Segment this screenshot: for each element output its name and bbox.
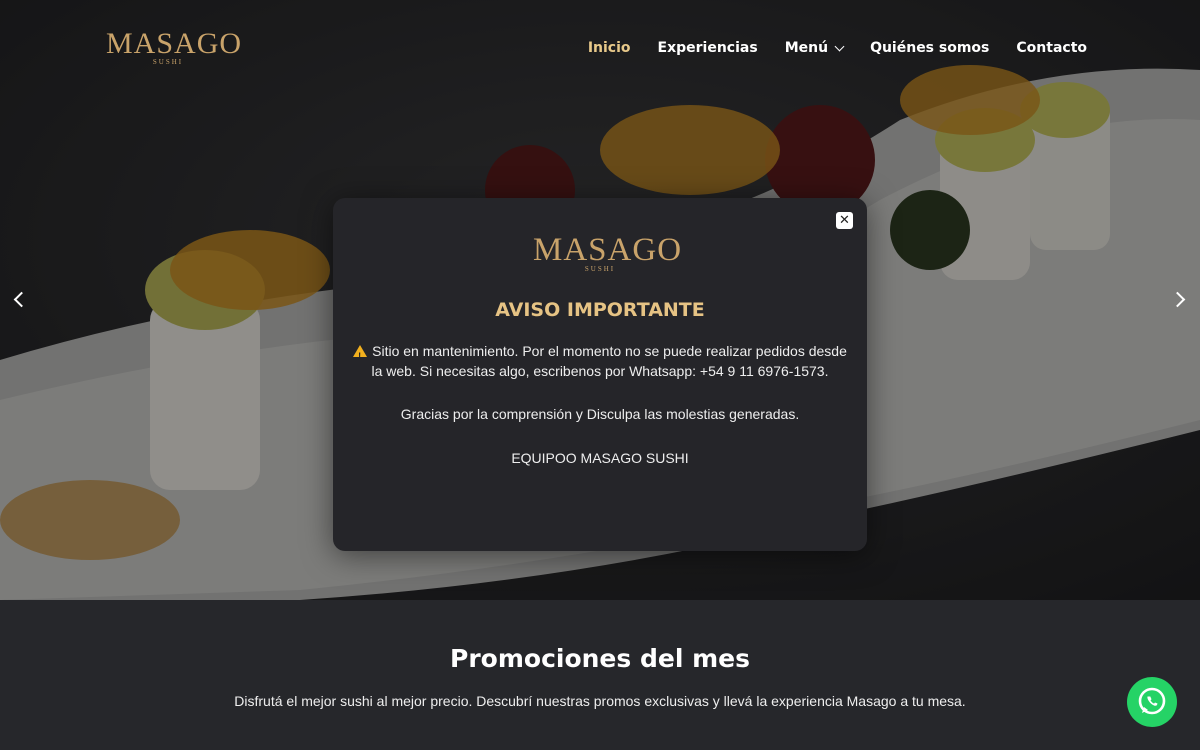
main-nav: Inicio Experiencias Menú Quiénes somos C… bbox=[561, 38, 1087, 58]
chevron-right-icon[interactable] bbox=[1170, 289, 1190, 309]
promotions-section: Promociones del mes Disfrutá el mejor su… bbox=[0, 600, 1200, 750]
nav-label: Inicio bbox=[587, 40, 631, 56]
logo-text: MASAGO bbox=[106, 27, 243, 60]
nav-label: Experiencias bbox=[657, 40, 758, 56]
modal-title: AVISO IMPORTANTE bbox=[495, 299, 705, 321]
site-header: MASAGO SUSHI Inicio Experiencias Menú Qu… bbox=[0, 0, 1200, 96]
close-icon[interactable]: ✕ bbox=[836, 212, 853, 229]
nav-item-quienes-somos[interactable]: Quiénes somos bbox=[870, 38, 989, 58]
modal-apology: Gracias por la comprensión y Disculpa la… bbox=[400, 406, 800, 422]
whatsapp-icon bbox=[1138, 687, 1166, 715]
modal-signature: EQUIPOO MASAGO SUSHI bbox=[511, 450, 689, 466]
whatsapp-button[interactable] bbox=[1127, 677, 1177, 727]
modal-logo: MASAGO SUSHI bbox=[533, 230, 683, 282]
maintenance-modal: ✕ MASAGO SUSHI AVISO IMPORTANTE Sitio en… bbox=[333, 198, 867, 551]
warning-icon bbox=[353, 345, 368, 366]
section-title: Promociones del mes bbox=[450, 644, 750, 673]
nav-label: Contacto bbox=[1016, 40, 1087, 56]
nav-item-contacto[interactable]: Contacto bbox=[1016, 38, 1087, 58]
modal-message: Sitio en mantenimiento. Por el momento n… bbox=[353, 341, 847, 381]
modal-message-text: Sitio en mantenimiento. Por el momento n… bbox=[371, 343, 847, 379]
site-logo[interactable]: MASAGO SUSHI bbox=[106, 26, 243, 74]
nav-item-inicio[interactable]: Inicio bbox=[588, 38, 631, 58]
section-description: Disfrutá el mejor sushi al mejor precio.… bbox=[234, 693, 966, 709]
chevron-down-icon bbox=[834, 41, 845, 51]
nav-item-menu[interactable]: Menú bbox=[784, 38, 845, 58]
nav-label: Quiénes somos bbox=[870, 40, 990, 56]
chevron-left-icon[interactable] bbox=[10, 289, 30, 309]
nav-label: Menú bbox=[784, 40, 829, 56]
modal-logo-text: MASAGO bbox=[533, 232, 683, 268]
nav-item-experiencias[interactable]: Experiencias bbox=[658, 38, 758, 58]
